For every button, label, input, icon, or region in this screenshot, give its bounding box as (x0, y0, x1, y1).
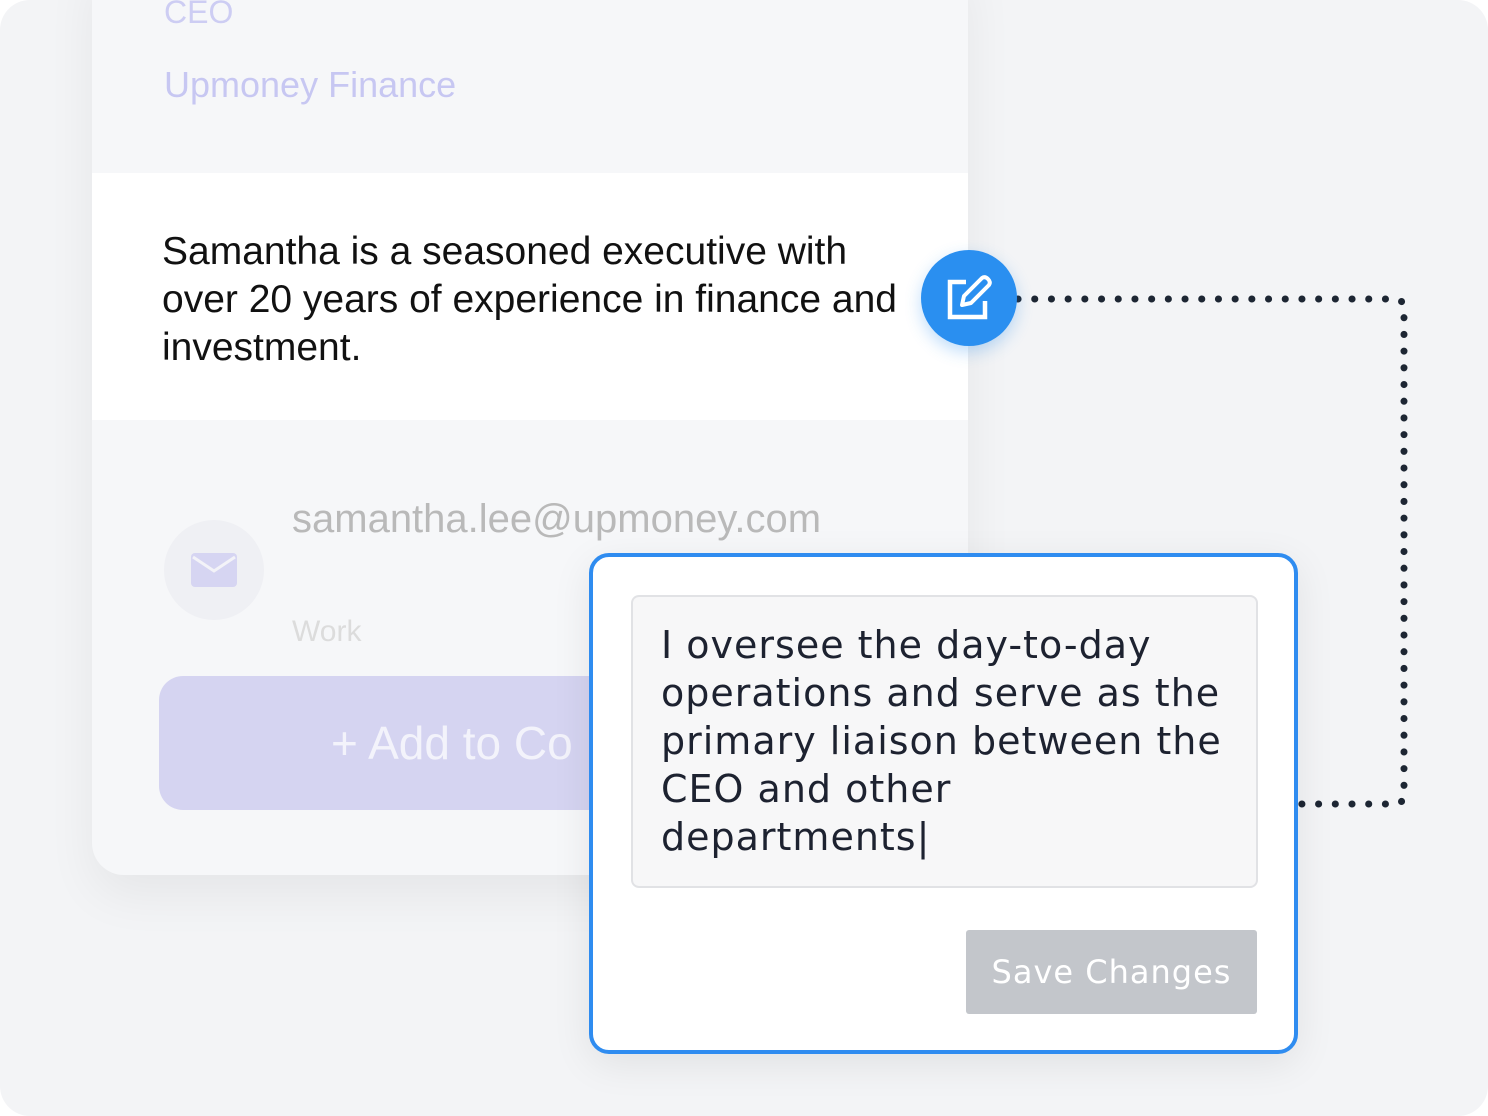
save-changes-button[interactable]: Save Changes (966, 930, 1257, 1014)
edit-icon (947, 275, 992, 320)
bio-textarea[interactable]: I oversee the day-to-day operations and … (631, 595, 1258, 888)
edit-bio-popup: I oversee the day-to-day operations and … (589, 553, 1298, 1054)
edit-button[interactable] (921, 250, 1017, 346)
